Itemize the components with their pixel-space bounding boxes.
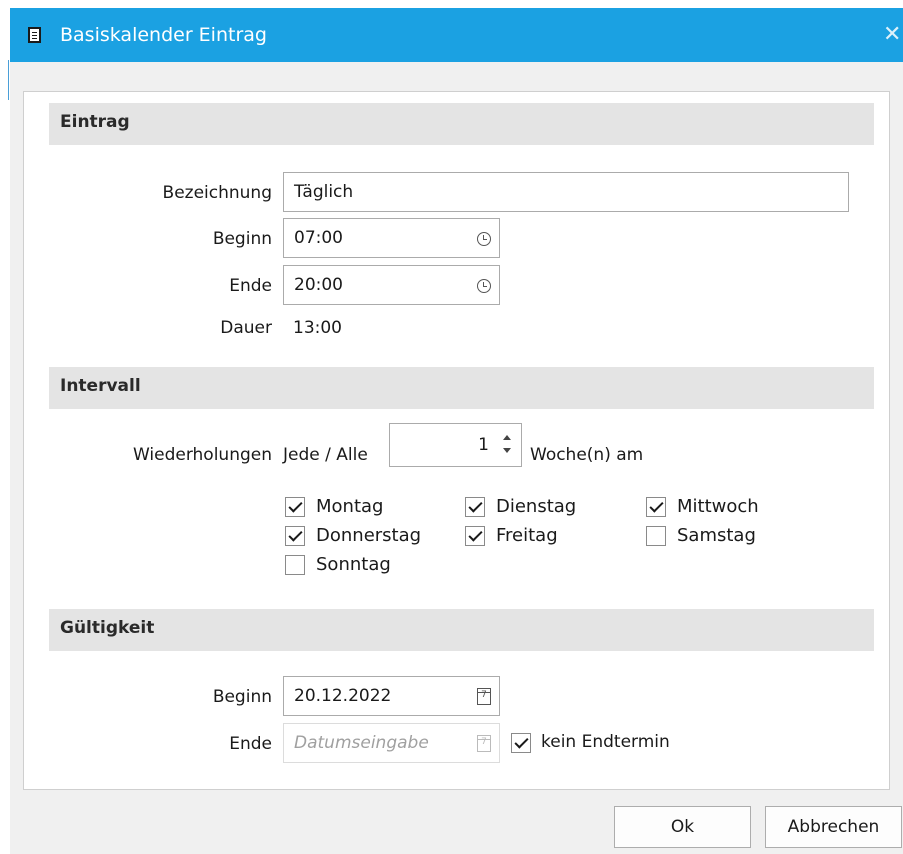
checkbox-samstag[interactable] (646, 526, 666, 546)
repeat-count-value: 1 (478, 435, 489, 455)
gueltig-beginn-date-input[interactable]: 20.12.2022 7 (283, 676, 500, 716)
checkbox-donnerstag[interactable] (285, 526, 305, 546)
document-list-icon (28, 27, 41, 43)
spin-up-icon[interactable] (503, 435, 511, 440)
bezeichnung-label: Bezeichnung (162, 183, 272, 203)
checkbox-label: Donnerstag (316, 525, 422, 546)
close-icon[interactable]: ✕ (883, 21, 903, 49)
spin-down-icon[interactable] (503, 448, 511, 453)
bezeichnung-value: Täglich (294, 182, 354, 202)
gueltig-beginn-value: 20.12.2022 (294, 686, 392, 706)
background-window-edge (8, 60, 9, 100)
section-header-gueltigkeit: Gültigkeit (49, 609, 874, 651)
section-title: Gültigkeit (60, 618, 155, 638)
calendar-icon[interactable]: 7 (477, 688, 491, 705)
calendar-icon: 7 (477, 735, 491, 752)
dauer-label: Dauer (220, 318, 272, 338)
ende-time-value: 20:00 (294, 275, 343, 295)
dauer-value: 13:00 (293, 318, 342, 338)
background-window-strip (0, 0, 903, 8)
jede-alle-label: Jede / Alle (283, 445, 368, 465)
woche-am-label: Woche(n) am (530, 445, 644, 465)
checkbox-montag[interactable] (285, 497, 305, 517)
checkbox-sonntag[interactable] (285, 555, 305, 575)
checkbox-dienstag[interactable] (465, 497, 485, 517)
wiederholungen-label: Wiederholungen (132, 445, 272, 465)
title-bar: Basiskalender Eintrag ✕ (10, 8, 903, 62)
checkbox-mittwoch[interactable] (646, 497, 666, 517)
checkbox-label: Sonntag (316, 554, 391, 575)
checkbox-freitag[interactable] (465, 526, 485, 546)
ok-button[interactable]: Ok (614, 806, 751, 848)
checkbox-label: Mittwoch (677, 496, 759, 517)
checkbox-label: Freitag (496, 525, 558, 546)
gueltig-beginn-label: Beginn (212, 687, 272, 707)
window-title: Basiskalender Eintrag (60, 24, 267, 46)
checkbox-kein-endtermin[interactable] (511, 733, 531, 753)
checkbox-label: Dienstag (496, 496, 577, 517)
checkbox-label: Montag (316, 496, 384, 517)
ende-time-label: Ende (229, 276, 272, 296)
section-title: Intervall (60, 376, 141, 396)
gueltig-ende-label: Ende (229, 734, 272, 754)
section-header-eintrag: Eintrag (49, 103, 874, 145)
section-title: Eintrag (60, 112, 130, 132)
repeat-count-spinner[interactable]: 1 (389, 423, 522, 467)
bezeichnung-input[interactable]: Täglich (283, 172, 849, 212)
beginn-time-label: Beginn (212, 229, 272, 249)
clock-icon[interactable] (477, 232, 491, 246)
gueltig-ende-placeholder: Datumseingabe (294, 733, 429, 753)
gueltig-ende-date-input[interactable]: Datumseingabe 7 (283, 723, 500, 763)
cancel-button[interactable]: Abbrechen (765, 806, 902, 848)
checkbox-label: Samstag (677, 525, 756, 546)
kein-endtermin-label: kein Endtermin (541, 732, 670, 752)
section-header-intervall: Intervall (49, 367, 874, 409)
beginn-time-value: 07:00 (294, 228, 343, 248)
clock-icon[interactable] (477, 279, 491, 293)
beginn-time-input[interactable]: 07:00 (283, 218, 500, 258)
ende-time-input[interactable]: 20:00 (283, 265, 500, 305)
